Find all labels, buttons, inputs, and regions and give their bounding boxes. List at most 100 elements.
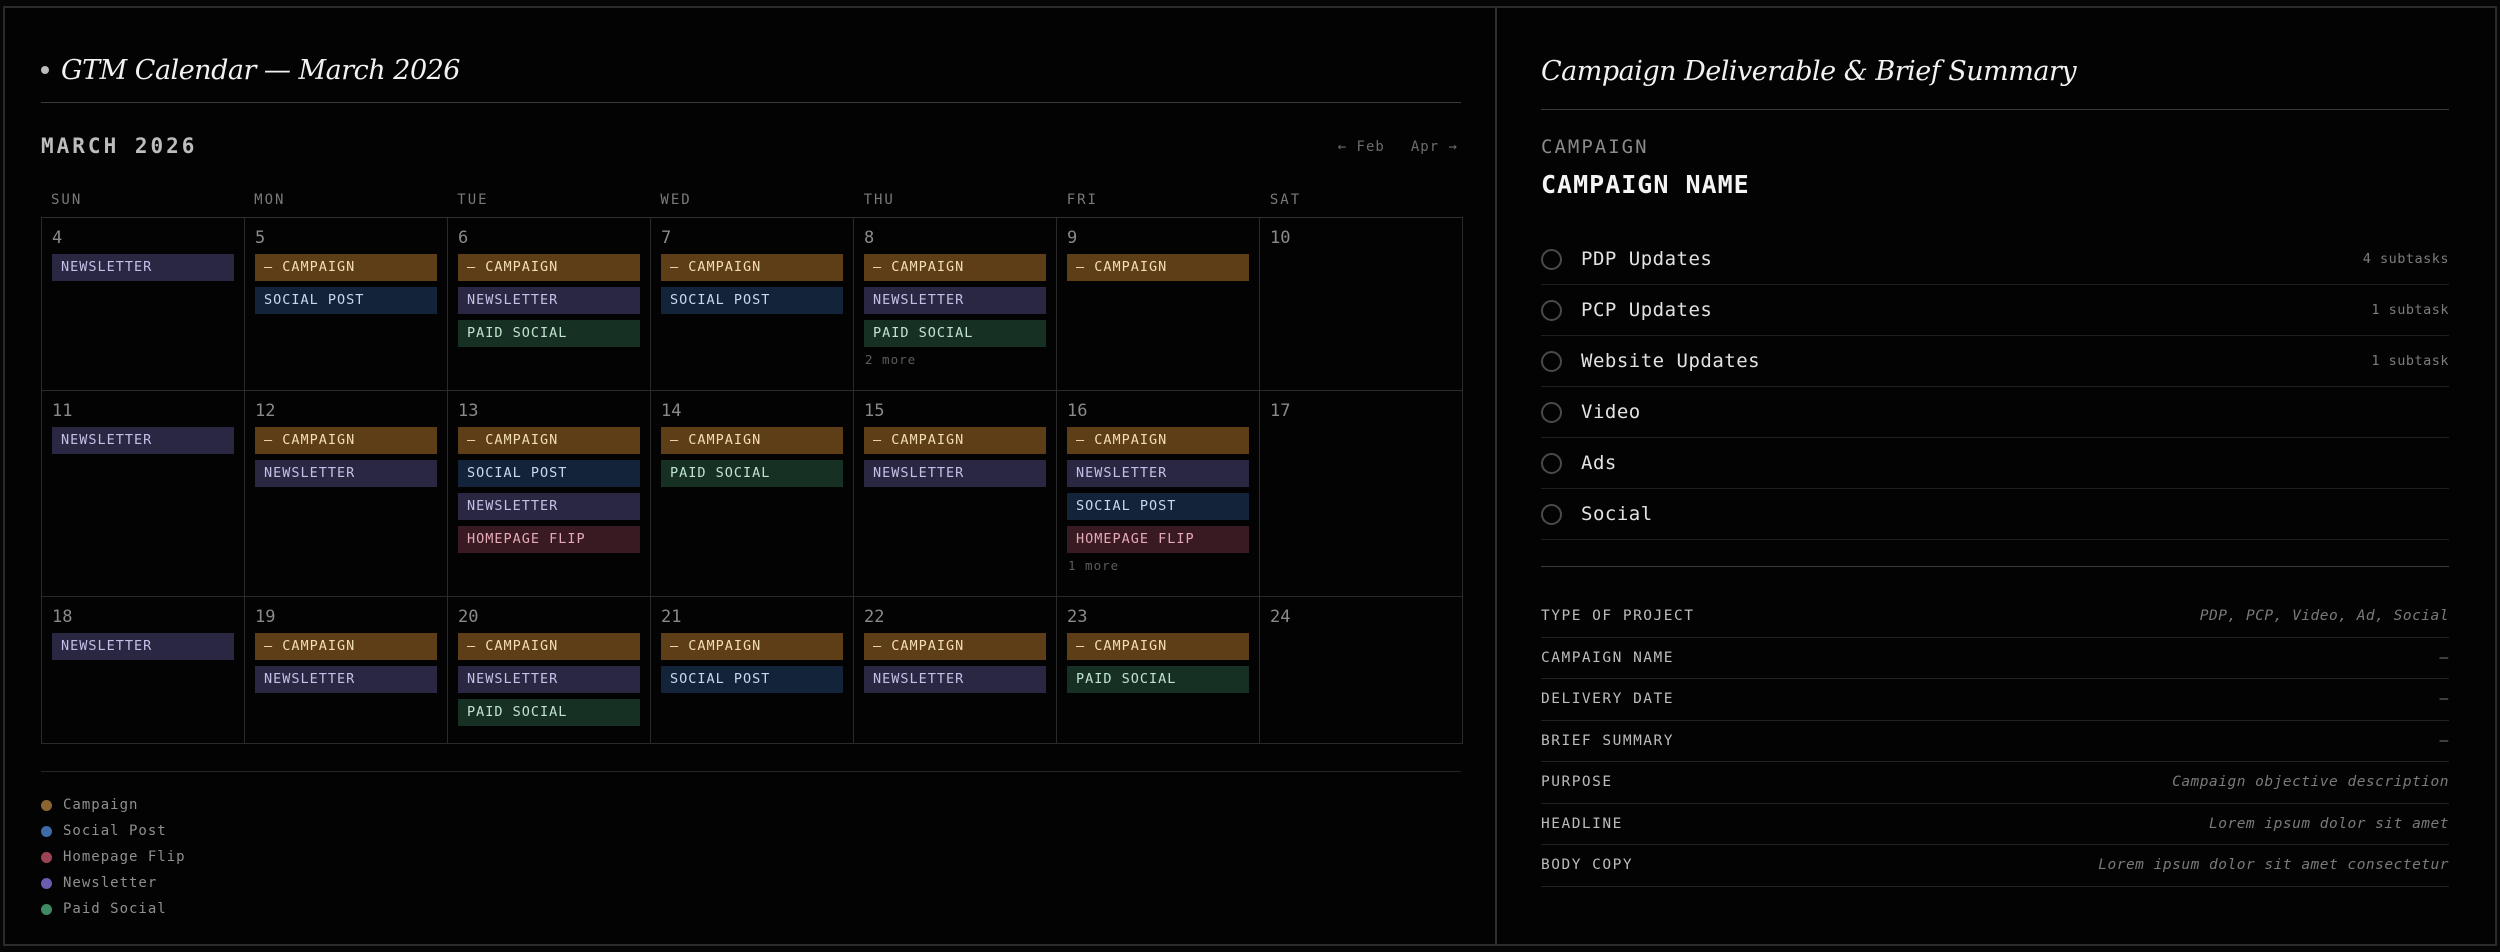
- checkbox-circle-icon[interactable]: [1541, 401, 1562, 423]
- event-chip-social[interactable]: SOCIAL POST: [458, 460, 640, 487]
- legend-dot-icon: [41, 825, 52, 837]
- day-number: 18: [52, 607, 73, 627]
- field-value[interactable]: Lorem ipsum dolor sit amet consectetur: [2098, 857, 2449, 873]
- day-cell[interactable]: 22 — CAMPAIGN NEWSLETTER: [854, 597, 1057, 743]
- day-cell[interactable]: 5 — CAMPAIGN SOCIAL POST: [245, 218, 448, 390]
- event-chip-newsletter[interactable]: NEWSLETTER: [458, 493, 640, 520]
- day-cell[interactable]: 11 NEWSLETTER: [42, 391, 245, 596]
- weekday-label: THU: [863, 192, 895, 208]
- event-chip-campaign[interactable]: — CAMPAIGN: [864, 427, 1046, 454]
- event-chip-newsletter[interactable]: NEWSLETTER: [864, 287, 1046, 314]
- day-cell[interactable]: 7 — CAMPAIGN SOCIAL POST: [651, 218, 854, 390]
- more-events-link[interactable]: 1 more: [1067, 558, 1249, 573]
- field-value[interactable]: Lorem ipsum dolor sit amet: [2209, 816, 2449, 832]
- day-cell[interactable]: 13 — CAMPAIGN SOCIAL POST NEWSLETTER HOMEPAG…: [448, 391, 651, 596]
- event-chip-social[interactable]: SOCIAL POST: [255, 287, 437, 314]
- field-label: HEADLINE: [1541, 815, 1623, 832]
- brief-field-row: HEADLINE Lorem ipsum dolor sit amet: [1541, 804, 2449, 845]
- month-label: MARCH 2026: [41, 134, 198, 158]
- day-cell[interactable]: 10: [1260, 218, 1463, 390]
- field-label: DELIVERY DATE: [1541, 691, 1674, 708]
- legend-label: Social Post: [63, 823, 167, 839]
- event-chip-paid[interactable]: PAID SOCIAL: [864, 320, 1046, 347]
- next-month-link[interactable]: Apr →: [1411, 139, 1458, 155]
- day-cell[interactable]: 20 — CAMPAIGN NEWSLETTER PAID SOCIAL: [448, 597, 651, 743]
- event-chip-newsletter[interactable]: NEWSLETTER: [1067, 460, 1249, 487]
- event-chip-campaign[interactable]: — CAMPAIGN: [255, 427, 437, 454]
- event-chip-campaign[interactable]: — CAMPAIGN: [458, 633, 640, 660]
- event-chip-campaign[interactable]: — CAMPAIGN: [864, 254, 1046, 281]
- event-chip-newsletter[interactable]: NEWSLETTER: [52, 254, 234, 281]
- weekday-header: SUN MON TUE WED THU FRI SAT: [41, 186, 1463, 218]
- event-chip-paid[interactable]: PAID SOCIAL: [458, 699, 640, 726]
- event-chip-campaign[interactable]: — CAMPAIGN: [458, 427, 640, 454]
- more-events-link[interactable]: 2 more: [864, 352, 1046, 367]
- deliverable-item[interactable]: Social: [1541, 489, 2449, 540]
- event-chip-newsletter[interactable]: NEWSLETTER: [458, 287, 640, 314]
- event-chip-campaign[interactable]: — CAMPAIGN: [661, 633, 843, 660]
- day-cell[interactable]: 15 — CAMPAIGN NEWSLETTER: [854, 391, 1057, 596]
- event-chip-campaign[interactable]: — CAMPAIGN: [255, 254, 437, 281]
- day-cell[interactable]: 4 NEWSLETTER: [42, 218, 245, 390]
- event-chip-newsletter[interactable]: NEWSLETTER: [255, 460, 437, 487]
- event-chip-social[interactable]: SOCIAL POST: [661, 666, 843, 693]
- event-chip-newsletter[interactable]: NEWSLETTER: [458, 666, 640, 693]
- deliverable-item[interactable]: Ads: [1541, 438, 2449, 489]
- summary-panel: Campaign Deliverable & Brief Summary CAM…: [1497, 6, 2497, 946]
- field-label: PURPOSE: [1541, 774, 1613, 791]
- field-value[interactable]: —: [2440, 733, 2449, 749]
- event-chip-newsletter[interactable]: NEWSLETTER: [52, 633, 234, 660]
- event-chip-campaign[interactable]: — CAMPAIGN: [1067, 633, 1249, 660]
- event-chip-campaign[interactable]: — CAMPAIGN: [1067, 254, 1249, 281]
- day-cell[interactable]: 21 — CAMPAIGN SOCIAL POST: [651, 597, 854, 743]
- event-chip-social[interactable]: SOCIAL POST: [1067, 493, 1249, 520]
- checkbox-circle-icon[interactable]: [1541, 350, 1562, 372]
- event-chip-campaign[interactable]: — CAMPAIGN: [458, 254, 640, 281]
- day-cell[interactable]: 16 — CAMPAIGN NEWSLETTER SOCIAL POST HOMEPAG…: [1057, 391, 1260, 596]
- day-cell[interactable]: 19 — CAMPAIGN NEWSLETTER: [245, 597, 448, 743]
- event-chip-newsletter[interactable]: NEWSLETTER: [864, 666, 1046, 693]
- day-cell[interactable]: 18 NEWSLETTER: [42, 597, 245, 743]
- checkbox-circle-icon[interactable]: [1541, 452, 1562, 474]
- checkbox-circle-icon[interactable]: [1541, 299, 1562, 321]
- deliverable-item[interactable]: Video: [1541, 387, 2449, 438]
- deliverables-list: PDP Updates 4 subtasks PCP Updates 1 subtas…: [1541, 234, 2449, 540]
- event-chip-campaign[interactable]: — CAMPAIGN: [661, 254, 843, 281]
- day-cell[interactable]: 6 — CAMPAIGN NEWSLETTER PAID SOCIAL: [448, 218, 651, 390]
- brief-field-row: BODY COPY Lorem ipsum dolor sit amet cons…: [1541, 845, 2449, 887]
- divider: [1541, 566, 2449, 567]
- event-chip-campaign[interactable]: — CAMPAIGN: [864, 633, 1046, 660]
- deliverable-item[interactable]: Website Updates 1 subtask: [1541, 336, 2449, 387]
- event-chip-campaign[interactable]: — CAMPAIGN: [1067, 427, 1249, 454]
- event-chip-paid[interactable]: PAID SOCIAL: [661, 460, 843, 487]
- day-cell[interactable]: 9 — CAMPAIGN: [1057, 218, 1260, 390]
- event-chip-social[interactable]: SOCIAL POST: [661, 287, 843, 314]
- calendar-panel: GTM Calendar — March 2026 MARCH 2026 ← F…: [3, 6, 1497, 946]
- event-chip-newsletter[interactable]: NEWSLETTER: [52, 427, 234, 454]
- field-value[interactable]: PDP, PCP, Video, Ad, Social: [2200, 608, 2449, 624]
- checkbox-circle-icon[interactable]: [1541, 503, 1562, 525]
- brief-fields: TYPE OF PROJECT PDP, PCP, Video, Ad, Soci…: [1541, 596, 2449, 887]
- event-chip-paid[interactable]: PAID SOCIAL: [1067, 666, 1249, 693]
- event-chip-flip[interactable]: HOMEPAGE FLIP: [1067, 526, 1249, 553]
- deliverable-item[interactable]: PDP Updates 4 subtasks: [1541, 234, 2449, 285]
- event-chip-flip[interactable]: HOMEPAGE FLIP: [458, 526, 640, 553]
- day-cell[interactable]: 12 — CAMPAIGN NEWSLETTER: [245, 391, 448, 596]
- event-chip-campaign[interactable]: — CAMPAIGN: [255, 633, 437, 660]
- field-value[interactable]: —: [2440, 691, 2449, 707]
- event-chip-newsletter[interactable]: NEWSLETTER: [255, 666, 437, 693]
- day-cell[interactable]: 8 — CAMPAIGN NEWSLETTER PAID SOCIAL 2 more: [854, 218, 1057, 390]
- field-value[interactable]: Campaign objective description: [2172, 774, 2449, 790]
- day-cell[interactable]: 23 — CAMPAIGN PAID SOCIAL: [1057, 597, 1260, 743]
- deliverable-item[interactable]: PCP Updates 1 subtask: [1541, 285, 2449, 336]
- checkbox-circle-icon[interactable]: [1541, 248, 1562, 270]
- field-value[interactable]: —: [2440, 650, 2449, 666]
- event-chip-paid[interactable]: PAID SOCIAL: [458, 320, 640, 347]
- day-cell[interactable]: 17: [1260, 391, 1463, 596]
- event-chip-campaign[interactable]: — CAMPAIGN: [661, 427, 843, 454]
- event-chip-newsletter[interactable]: NEWSLETTER: [864, 460, 1046, 487]
- day-cell[interactable]: 14 — CAMPAIGN PAID SOCIAL: [651, 391, 854, 596]
- prev-month-link[interactable]: ← Feb: [1338, 139, 1385, 155]
- day-number: 11: [52, 401, 73, 421]
- day-cell[interactable]: 24: [1260, 597, 1463, 743]
